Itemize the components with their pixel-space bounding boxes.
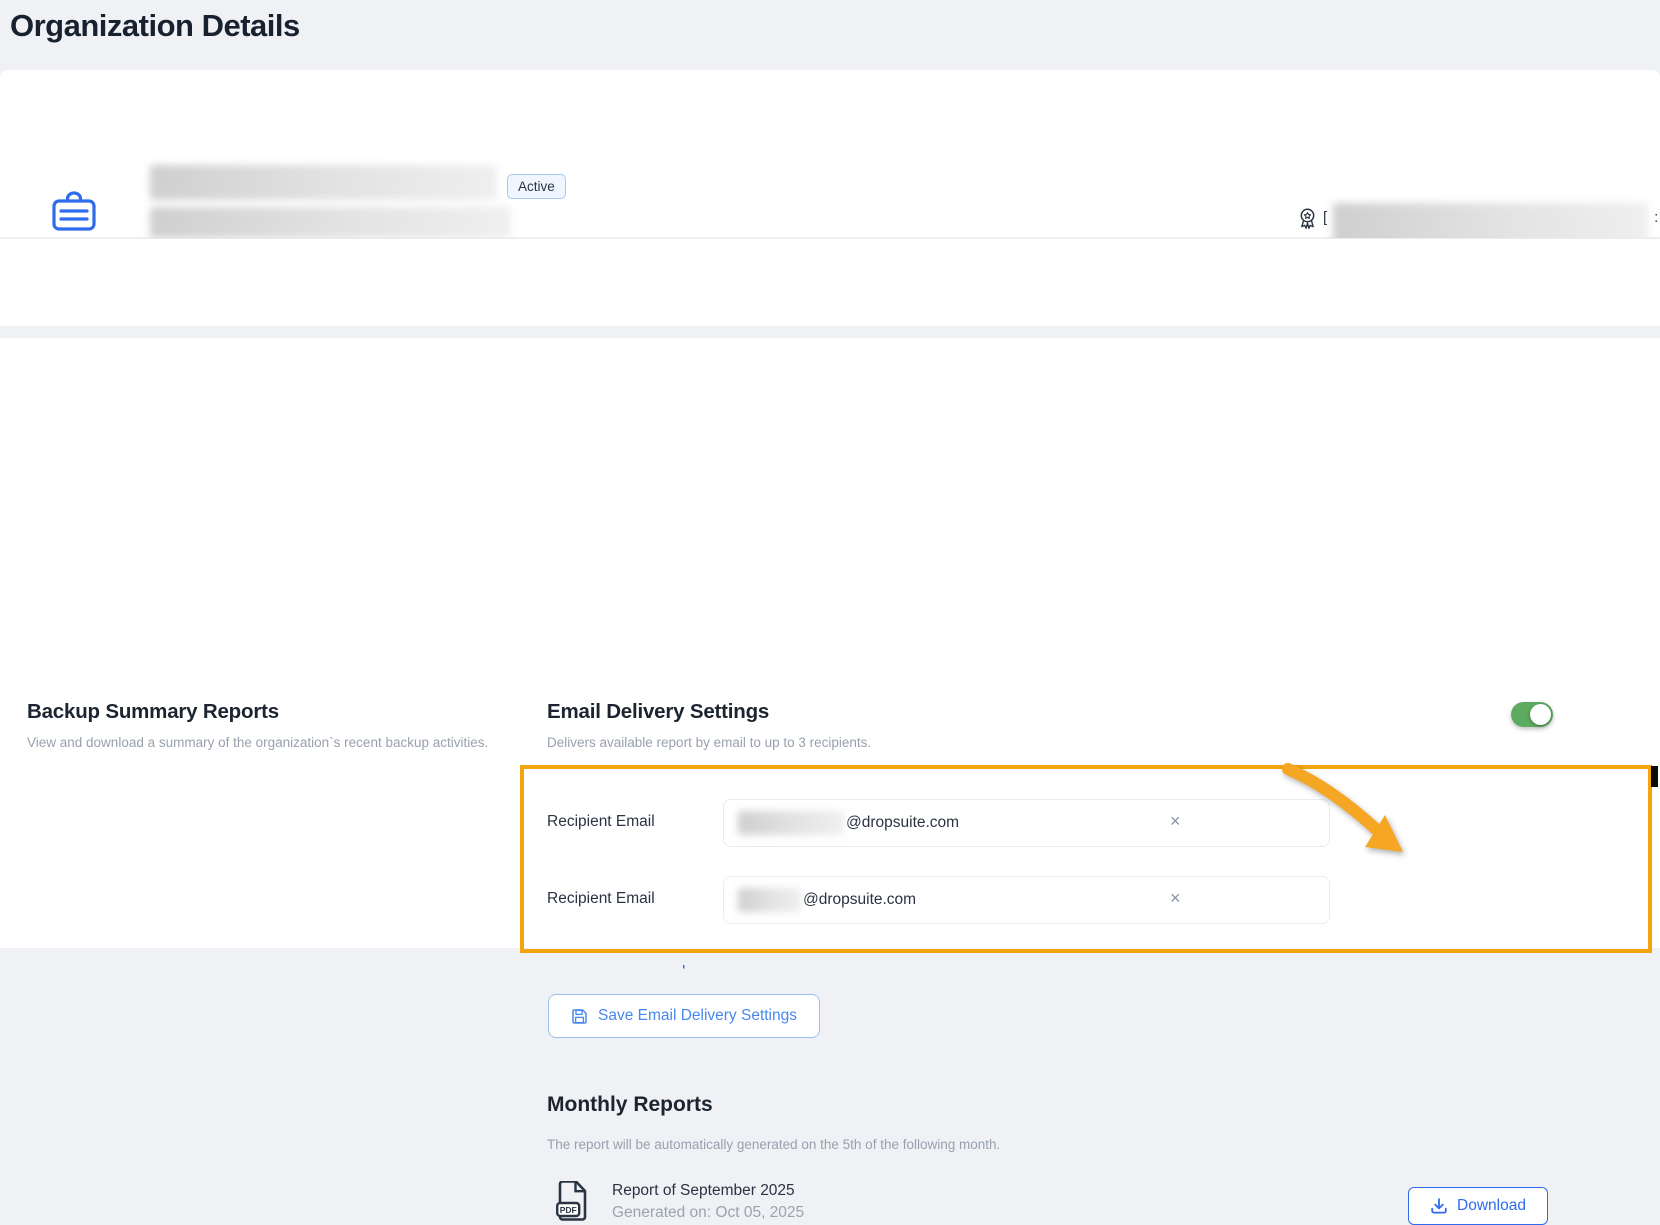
report-name: Report of September 2025 xyxy=(612,1182,804,1200)
recipient-email-input-1[interactable]: @dropsuite.com xyxy=(723,799,1330,847)
recipient-email-label: Recipient Email xyxy=(547,813,655,831)
organization-details-screen: Organization Details Active xyxy=(0,0,1660,965)
org-subtitle-redacted xyxy=(150,207,511,238)
page-header: Organization Details xyxy=(0,0,1660,68)
monthly-reports-description: The report will be automatically generat… xyxy=(547,1137,1000,1152)
recipient-email-label: Recipient Email xyxy=(547,890,655,908)
toggle-knob xyxy=(1530,704,1551,725)
download-button-label: Download xyxy=(1457,1197,1526,1215)
backup-summary-title: Backup Summary Reports xyxy=(27,700,517,724)
award-icon xyxy=(1298,208,1317,229)
remove-recipient-icon[interactable]: × xyxy=(1170,812,1181,830)
page-title: Organization Details xyxy=(10,8,300,44)
tabs-card: General Reports Login Accounts Subscript… xyxy=(0,238,1660,326)
email-domain-text: @dropsuite.com xyxy=(846,814,959,832)
email-delivery-title: Email Delivery Settings xyxy=(547,700,1347,724)
backup-summary-section: Backup Summary Reports View and download… xyxy=(27,700,517,750)
email-delivery-section: Email Delivery Settings Delivers availab… xyxy=(547,700,1347,750)
download-report-button[interactable]: Download xyxy=(1408,1187,1548,1225)
email-local-part-redacted xyxy=(738,888,801,912)
recipient-email-input-2[interactable]: @dropsuite.com xyxy=(723,876,1330,924)
organization-card: Active Paid Plan - - USD 0.0/Month xyxy=(0,70,1660,237)
recipient-row-1: Recipient Email @dropsuite.com × xyxy=(547,799,1377,847)
pdf-label: PDF xyxy=(560,1205,577,1215)
download-icon xyxy=(1430,1197,1448,1215)
monthly-reports-title: Monthly Reports xyxy=(547,1093,713,1117)
pdf-file-icon: PDF xyxy=(556,1181,588,1223)
save-email-settings-button[interactable]: Save Email Delivery Settings xyxy=(548,994,820,1038)
remove-recipient-icon[interactable]: × xyxy=(1170,889,1181,907)
org-name-redacted xyxy=(150,165,497,200)
status-badge: Active xyxy=(507,174,566,199)
email-domain-text: @dropsuite.com xyxy=(803,891,916,909)
bottom-strip xyxy=(0,948,1660,965)
email-delivery-toggle[interactable] xyxy=(1511,702,1553,727)
screen-edge-artifact xyxy=(1651,766,1658,787)
partner-suffix: : xyxy=(1654,209,1658,226)
report-list-item: PDF Report of September 2025 Generated o… xyxy=(556,1181,804,1223)
report-generated-date: Generated on: Oct 05, 2025 xyxy=(612,1204,804,1222)
recipient-row-2: Recipient Email @dropsuite.com × xyxy=(547,876,1377,924)
save-icon xyxy=(571,1008,588,1025)
briefcase-icon xyxy=(51,190,97,232)
partner-prefix: [ xyxy=(1323,209,1327,226)
report-texts: Report of September 2025 Generated on: O… xyxy=(612,1182,804,1222)
save-button-label: Save Email Delivery Settings xyxy=(598,1007,797,1025)
backup-summary-description: View and download a summary of the organ… xyxy=(27,735,517,750)
email-local-part-redacted xyxy=(738,811,844,835)
main-content-card: Backup Summary Reports View and download… xyxy=(0,338,1660,948)
email-delivery-description: Delivers available report by email to up… xyxy=(547,735,1347,750)
